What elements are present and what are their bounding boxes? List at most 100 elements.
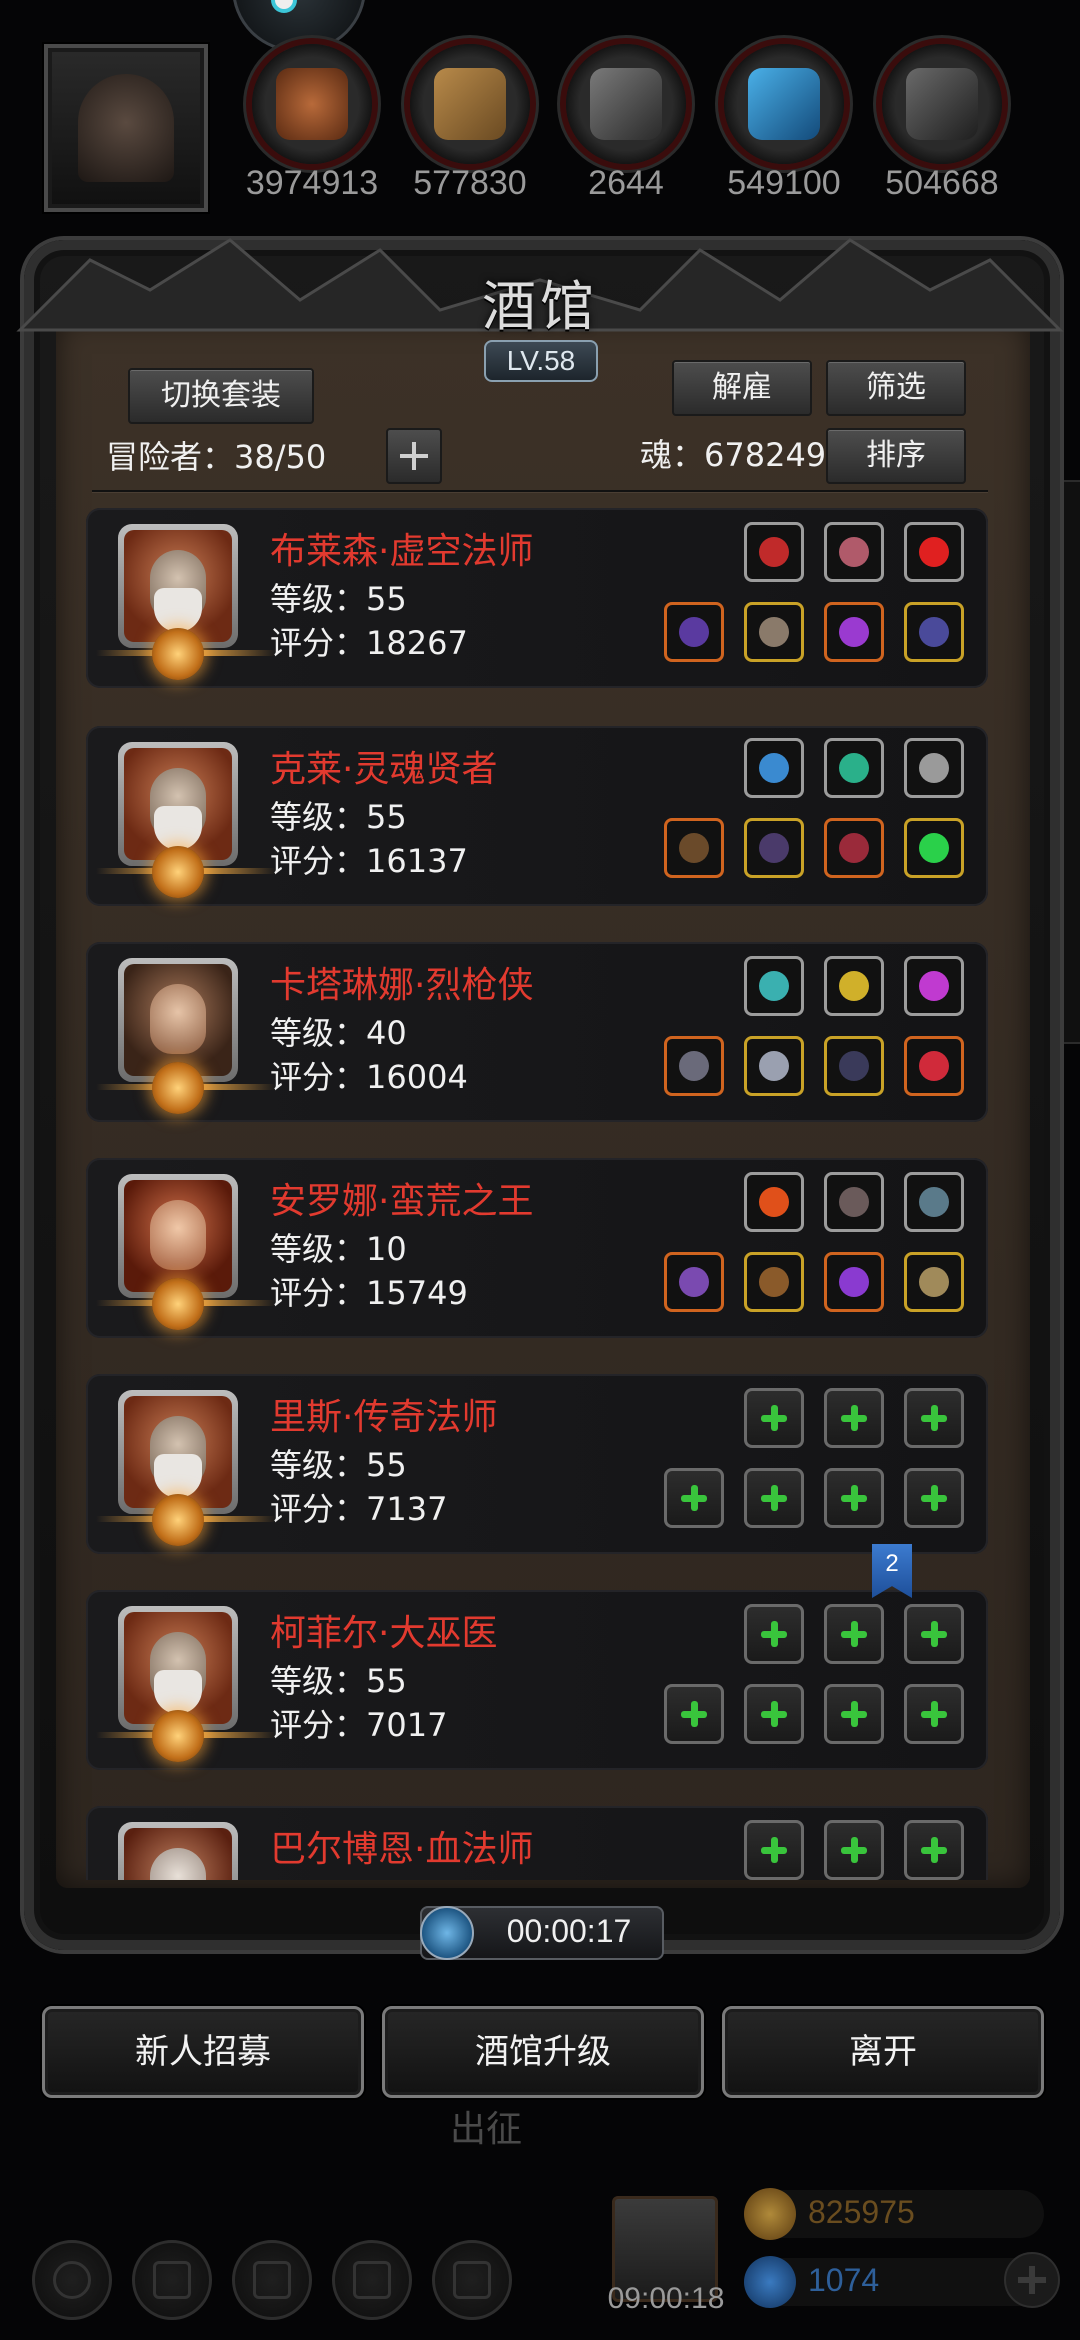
recruit-button[interactable]: 新人招募	[42, 2006, 364, 2098]
hero-card[interactable]: 卡塔琳娜·烈枪侠 等级：40 评分：16004	[86, 942, 988, 1122]
emerald-icon[interactable]	[904, 818, 964, 878]
crystal-value: 549100	[727, 164, 841, 202]
empty-slot-plus-icon[interactable]	[744, 1684, 804, 1744]
dismiss-button[interactable]: 解雇	[672, 360, 812, 416]
fire-icon[interactable]	[744, 1172, 804, 1232]
gem-amount: 1074	[808, 2262, 880, 2298]
gem-icon	[744, 2256, 796, 2308]
potion-icon[interactable]	[904, 1036, 964, 1096]
hero-card[interactable]: 巴尔博恩·血法师	[86, 1806, 988, 1880]
orb-icon[interactable]	[744, 738, 804, 798]
empty-slot-plus-icon[interactable]	[904, 1820, 964, 1880]
feather-icon[interactable]	[824, 1172, 884, 1232]
hero-level: 等级：55	[270, 580, 407, 618]
robe-icon[interactable]	[744, 818, 804, 878]
leave-button[interactable]: 离开	[722, 2006, 1044, 2098]
tome-icon[interactable]	[904, 1172, 964, 1232]
hero-score: 评分：7137	[270, 1490, 448, 1528]
hero-score: 评分：16004	[270, 1058, 468, 1096]
dagger-icon[interactable]	[904, 738, 964, 798]
filter-button[interactable]: 筛选	[826, 360, 966, 416]
staff-icon[interactable]	[664, 818, 724, 878]
empty-slot-plus-icon[interactable]	[744, 1468, 804, 1528]
empty-slot-plus-icon[interactable]	[904, 1604, 964, 1664]
star-emblem-icon	[152, 1494, 204, 1546]
crystal-gem-icon[interactable]	[904, 956, 964, 1016]
staff-icon[interactable]	[664, 602, 724, 662]
empty-slot-plus-icon[interactable]	[664, 1468, 724, 1528]
refresh-timer: 00:00:17	[506, 1913, 632, 1949]
gem-icon[interactable]	[904, 522, 964, 582]
ring-icon[interactable]	[824, 522, 884, 582]
settings-icon[interactable]	[32, 2240, 112, 2320]
amulet-icon[interactable]	[824, 602, 884, 662]
hero-level: 等级：55	[270, 1662, 407, 1700]
mail-icon[interactable]	[332, 2240, 412, 2320]
empty-slot-plus-icon[interactable]	[664, 1684, 724, 1744]
empty-slot-plus-icon[interactable]	[744, 1388, 804, 1448]
hero-name: 里斯·传奇法师	[270, 1397, 498, 1438]
gold-coin-icon	[744, 2188, 796, 2240]
add-currency-button[interactable]	[1004, 2252, 1060, 2308]
armor-icon[interactable]	[744, 1252, 804, 1312]
iron-value: 2644	[588, 164, 664, 202]
armor-icon[interactable]	[744, 1036, 804, 1096]
hero-list[interactable]: 布莱森·虚空法师 等级：55 评分：18267 克莱·灵魂贤者 等级：55 评分…	[86, 508, 992, 1880]
star-emblem-icon	[152, 628, 204, 680]
meat-icon[interactable]	[252, 44, 372, 164]
empty-slot-plus-icon[interactable]	[904, 1684, 964, 1744]
empty-slot-plus-icon[interactable]	[744, 1820, 804, 1880]
necklace-icon[interactable]	[744, 522, 804, 582]
cube-icon[interactable]	[432, 2240, 512, 2320]
hero-name: 克莱·灵魂贤者	[270, 749, 498, 790]
armor-icon[interactable]	[824, 818, 884, 878]
talisman-icon[interactable]	[904, 602, 964, 662]
star-emblem-icon	[152, 1278, 204, 1330]
iron-icon[interactable]	[566, 44, 686, 164]
empty-slot-plus-icon[interactable]	[824, 1604, 884, 1664]
crystal-icon[interactable]	[724, 44, 844, 164]
mascot-icon[interactable]	[232, 0, 366, 52]
spear-icon[interactable]	[664, 1036, 724, 1096]
castle-icon[interactable]	[232, 2240, 312, 2320]
armor-icon[interactable]	[744, 602, 804, 662]
gem-icon[interactable]	[824, 738, 884, 798]
hero-level: 等级：40	[270, 1014, 407, 1052]
hero-portrait	[118, 1822, 238, 1880]
wood-icon[interactable]	[410, 44, 530, 164]
empty-slot-plus-icon[interactable]	[744, 1604, 804, 1664]
hero-card[interactable]: 柯菲尔·大巫医 等级：55 评分：7017	[86, 1590, 988, 1770]
empty-slot-plus-icon[interactable]	[904, 1388, 964, 1448]
hero-level: 等级：55	[270, 1446, 407, 1484]
amulet-icon[interactable]	[824, 1036, 884, 1096]
hero-score: 评分：7017	[270, 1706, 448, 1744]
empty-slot-plus-icon[interactable]	[824, 1468, 884, 1528]
star-icon[interactable]	[132, 2240, 212, 2320]
upgrade-tavern-button[interactable]: 酒馆升级	[382, 2006, 704, 2098]
empty-slot-plus-icon[interactable]	[904, 1468, 964, 1528]
stone-icon[interactable]	[882, 44, 1002, 164]
axe-icon[interactable]	[664, 1252, 724, 1312]
add-capacity-button[interactable]	[386, 428, 442, 484]
hero-card[interactable]: 安罗娜·蛮荒之王 等级：10 评分：15749	[86, 1158, 988, 1338]
hero-card[interactable]: 里斯·传奇法师 等级：55 评分：7137	[86, 1374, 988, 1554]
hero-card[interactable]: 布莱森·虚空法师 等级：55 评分：18267	[86, 508, 988, 688]
hero-card[interactable]: 克莱·灵魂贤者 等级：55 评分：16137	[86, 726, 988, 906]
wood-value: 577830	[413, 164, 527, 202]
player-avatar[interactable]	[44, 44, 208, 212]
sort-button[interactable]: 排序	[826, 428, 966, 484]
charm-icon[interactable]	[744, 956, 804, 1016]
empty-slot-plus-icon[interactable]	[824, 1388, 884, 1448]
empty-slot-plus-icon[interactable]	[824, 1684, 884, 1744]
gold-amount: 825975	[808, 2194, 915, 2230]
stone-value: 504668	[885, 164, 999, 202]
helmet-icon[interactable]	[824, 1252, 884, 1312]
lantern-icon[interactable]	[824, 956, 884, 1016]
hero-name: 卡塔琳娜·烈枪侠	[270, 965, 534, 1006]
empty-slot-plus-icon[interactable]	[824, 1820, 884, 1880]
switch-outfit-button[interactable]: 切换套装	[128, 368, 314, 424]
hero-name: 安罗娜·蛮荒之王	[270, 1181, 534, 1222]
bracer-icon[interactable]	[904, 1252, 964, 1312]
hero-score: 评分：16137	[270, 842, 468, 880]
star-emblem-icon	[152, 1710, 204, 1762]
